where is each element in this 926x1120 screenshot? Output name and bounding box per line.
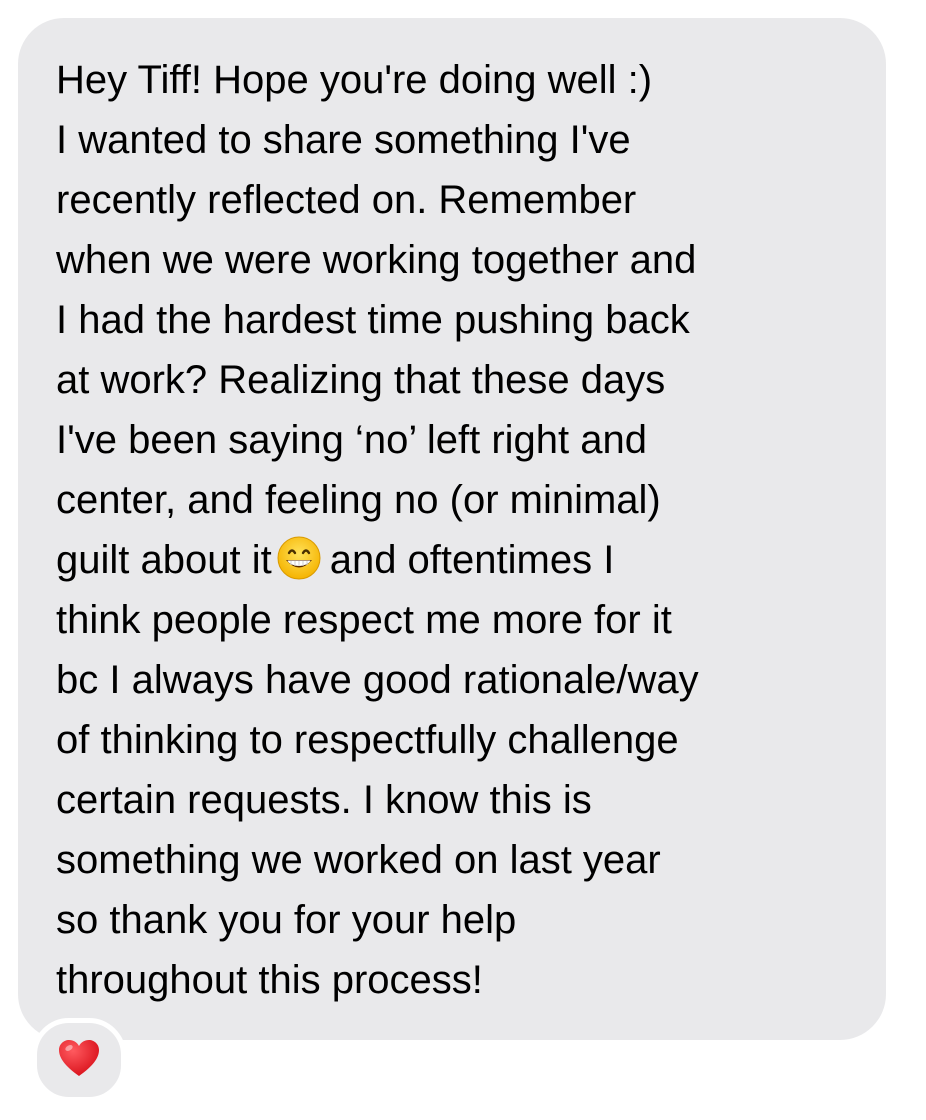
message-line: certain requests. I know this is xyxy=(56,778,592,822)
message-line: bc I always have good rationale/way xyxy=(56,658,699,702)
message-line: recently reflected on. Remember xyxy=(56,178,637,222)
message-line-part: and oftentimes I xyxy=(329,538,615,582)
message-line-with-emoji: guilt about it and oftentimes I xyxy=(56,530,856,590)
message-text: Hey Tiff! Hope you're doing well :) I wa… xyxy=(56,50,856,1010)
message-line: at work? Realizing that these days xyxy=(56,358,666,402)
red-heart-icon xyxy=(57,1038,101,1083)
message-line: Hey Tiff! Hope you're doing well :) xyxy=(56,58,653,102)
message-line: something we worked on last year xyxy=(56,838,661,882)
message-line: I had the hardest time pushing back xyxy=(56,298,690,342)
message-line: think people respect me more for it xyxy=(56,598,672,642)
message-line: throughout this process! xyxy=(56,958,483,1002)
message-line: when we were working together and xyxy=(56,238,697,282)
message-line: I wanted to share something I've xyxy=(56,118,631,162)
message-line: of thinking to respectfully challenge xyxy=(56,718,679,762)
message-line: center, and feeling no (or minimal) xyxy=(56,478,661,522)
message-line: I've been saying ‘no’ left right and xyxy=(56,418,647,462)
grinning-face-with-smiling-eyes-icon xyxy=(276,535,322,598)
tapback-reaction[interactable] xyxy=(32,1018,126,1102)
message-line: so thank you for your help xyxy=(56,898,517,942)
message-line-part: guilt about it xyxy=(56,538,272,582)
